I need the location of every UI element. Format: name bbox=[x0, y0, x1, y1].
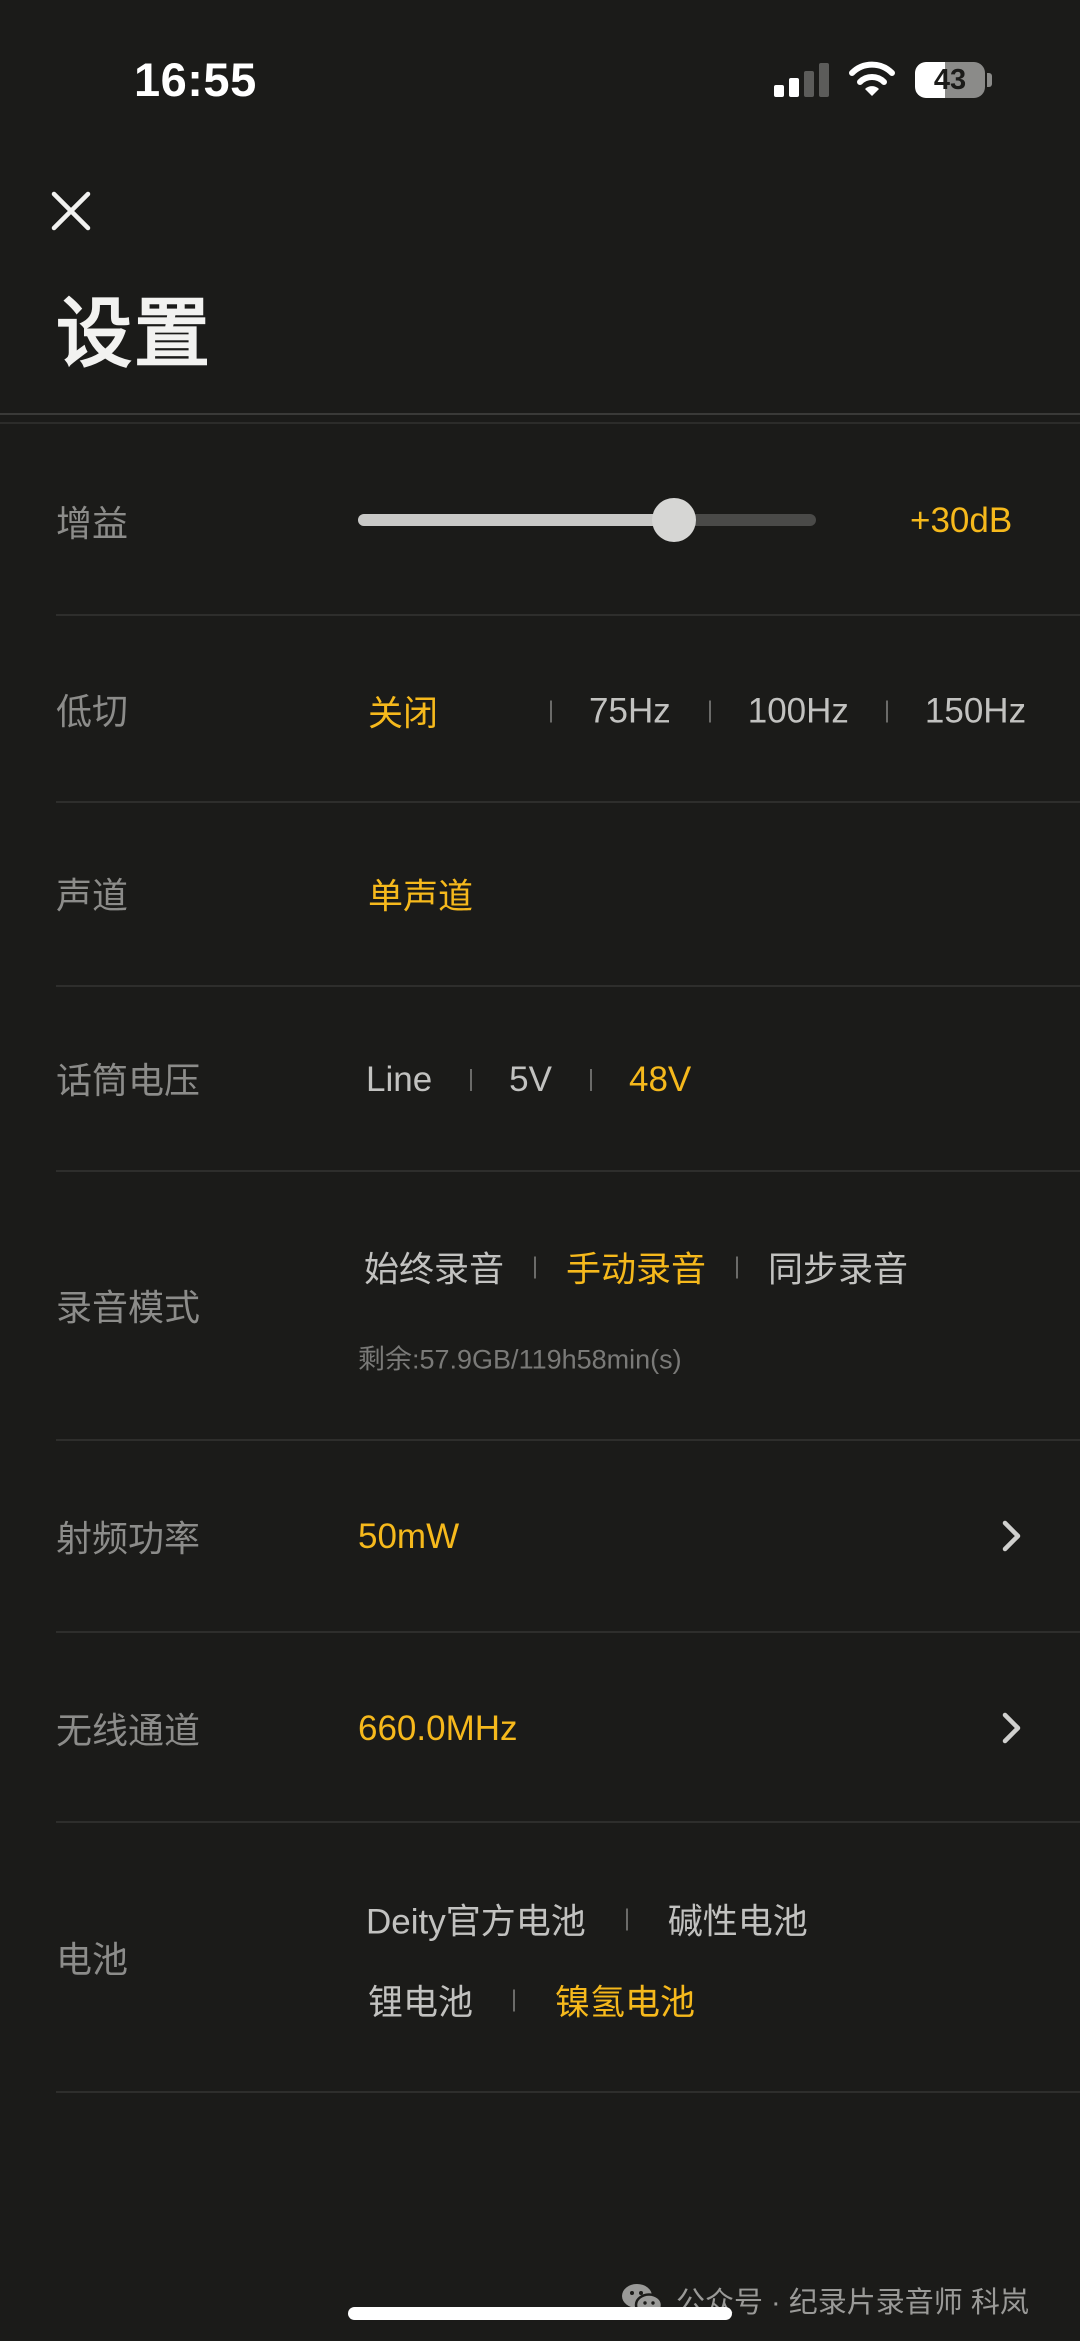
option-separator bbox=[470, 1069, 473, 1091]
gain-label: 增益 bbox=[56, 503, 129, 544]
page-title: 设置 bbox=[56, 292, 212, 377]
channel-value[interactable]: 单声道 bbox=[368, 869, 473, 920]
row-divider bbox=[56, 1170, 1080, 1172]
wireless-channel-chevron-right-icon[interactable] bbox=[1000, 1711, 1024, 1745]
battery-nub bbox=[987, 73, 992, 87]
row-divider bbox=[56, 614, 1080, 616]
gain-slider[interactable] bbox=[358, 498, 816, 542]
gain-slider-thumb[interactable] bbox=[652, 498, 697, 542]
record-mode-option-always[interactable]: 始终录音 bbox=[364, 1242, 504, 1293]
option-separator bbox=[513, 1989, 516, 2011]
header-divider-secondary bbox=[0, 422, 1080, 424]
gain-value: +30dB bbox=[910, 501, 1013, 540]
mic-voltage-options: Line 5V 48V bbox=[366, 1060, 691, 1100]
rf-power-value[interactable]: 50mW bbox=[358, 1517, 459, 1557]
battery-type-label: 电池 bbox=[56, 1939, 129, 1980]
home-indicator[interactable] bbox=[348, 2307, 732, 2320]
option-separator bbox=[589, 1069, 592, 1091]
storage-remaining: 剩余:57.9GB/119h58min(s) bbox=[358, 1344, 682, 1375]
battery-type-options-row1: Deity官方电池 碱性电池 bbox=[366, 1894, 808, 1945]
cellular-signal-icon bbox=[774, 63, 829, 97]
battery-option-lithium[interactable]: 锂电池 bbox=[368, 1975, 473, 2026]
wireless-channel-label: 无线通道 bbox=[56, 1710, 201, 1751]
low-cut-label: 低切 bbox=[56, 691, 129, 732]
low-cut-option-150hz[interactable]: 150Hz bbox=[925, 691, 1026, 731]
row-divider bbox=[56, 1821, 1080, 1823]
low-cut-options: 关闭 75Hz 100Hz 150Hz bbox=[368, 686, 1026, 737]
wifi-icon bbox=[849, 61, 895, 96]
battery-icon: 43 bbox=[915, 62, 985, 98]
row-divider bbox=[56, 1631, 1080, 1633]
mic-voltage-option-48v[interactable]: 48V bbox=[629, 1060, 691, 1100]
battery-option-nimh[interactable]: 镍氢电池 bbox=[555, 1975, 695, 2026]
row-divider bbox=[56, 801, 1080, 803]
header-divider bbox=[0, 413, 1080, 415]
option-separator bbox=[885, 700, 888, 722]
low-cut-option-75hz[interactable]: 75Hz bbox=[589, 691, 671, 731]
channel-label: 声道 bbox=[56, 875, 129, 916]
option-separator bbox=[736, 1256, 739, 1278]
status-time: 16:55 bbox=[134, 53, 257, 106]
record-mode-label: 录音模式 bbox=[56, 1287, 201, 1328]
battery-percentage: 43 bbox=[933, 63, 967, 96]
gain-slider-fill bbox=[358, 514, 675, 526]
record-mode-option-manual[interactable]: 手动录音 bbox=[566, 1242, 706, 1293]
option-separator bbox=[534, 1256, 537, 1278]
low-cut-option-off[interactable]: 关闭 bbox=[368, 686, 438, 737]
close-icon[interactable] bbox=[50, 190, 92, 232]
mic-voltage-option-5v[interactable]: 5V bbox=[509, 1060, 552, 1100]
record-mode-option-sync[interactable]: 同步录音 bbox=[768, 1242, 908, 1293]
mic-voltage-label: 话筒电压 bbox=[56, 1060, 201, 1101]
row-divider bbox=[56, 2091, 1080, 2093]
rf-power-chevron-right-icon[interactable] bbox=[1000, 1519, 1024, 1553]
rf-power-label: 射频功率 bbox=[56, 1518, 201, 1559]
low-cut-option-100hz[interactable]: 100Hz bbox=[748, 691, 849, 731]
mic-voltage-option-line[interactable]: Line bbox=[366, 1060, 432, 1100]
option-separator bbox=[550, 700, 553, 722]
row-divider bbox=[56, 985, 1080, 987]
battery-type-options-row2: 锂电池 镍氢电池 bbox=[368, 1975, 695, 2026]
battery-option-alkaline[interactable]: 碱性电池 bbox=[668, 1894, 808, 1945]
row-divider bbox=[56, 1439, 1080, 1441]
wireless-channel-value[interactable]: 660.0MHz bbox=[358, 1709, 518, 1749]
option-separator bbox=[625, 1908, 628, 1930]
record-mode-options: 始终录音 手动录音 同步录音 bbox=[364, 1242, 908, 1293]
battery-option-deity[interactable]: Deity官方电池 bbox=[366, 1894, 586, 1945]
option-separator bbox=[708, 700, 711, 722]
